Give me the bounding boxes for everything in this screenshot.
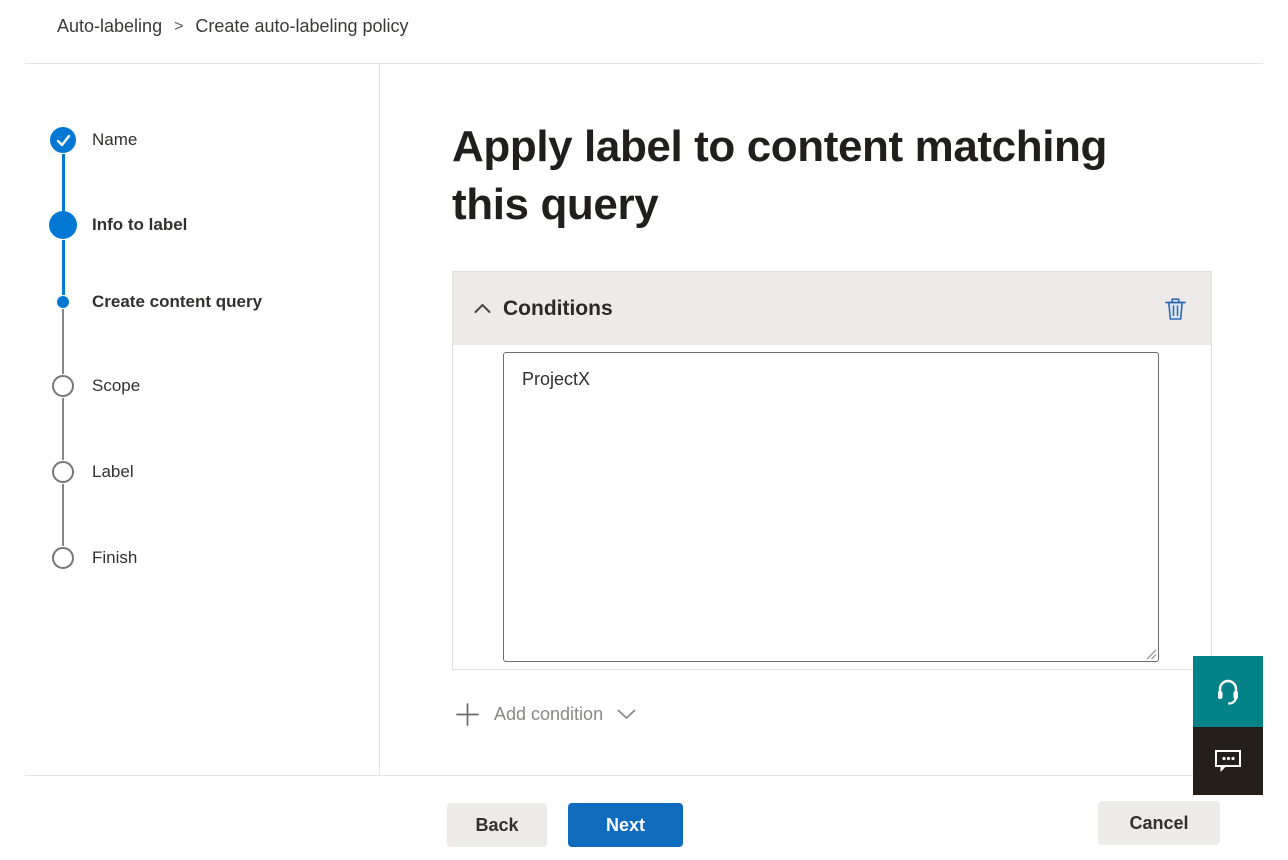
step-label-finish: Finish xyxy=(92,547,137,569)
collapse-conditions-button[interactable] xyxy=(467,294,497,324)
next-button[interactable]: Next xyxy=(568,803,683,847)
page-title: Apply label to content matching this que… xyxy=(452,118,1152,234)
content-divider xyxy=(379,64,380,775)
add-condition-button[interactable]: Add condition xyxy=(455,702,636,727)
help-support-button[interactable] xyxy=(1193,656,1263,727)
wizard-page: Auto-labeling > Create auto-labeling pol… xyxy=(0,0,1288,860)
footer-divider xyxy=(25,775,1263,776)
checkmark-icon xyxy=(56,134,71,147)
connector-line xyxy=(62,484,64,546)
delete-condition-button[interactable] xyxy=(1157,291,1193,327)
breadcrumb: Auto-labeling > Create auto-labeling pol… xyxy=(57,16,409,37)
add-condition-label: Add condition xyxy=(494,704,603,725)
step-label-circle xyxy=(52,461,74,483)
step-label-scope: Scope xyxy=(92,375,140,397)
trash-icon xyxy=(1164,296,1187,322)
step-finish-circle xyxy=(52,547,74,569)
connector-line xyxy=(62,398,64,460)
content-query-input[interactable]: ProjectX xyxy=(503,352,1159,662)
connector-line xyxy=(62,309,64,374)
chevron-up-icon xyxy=(474,303,491,314)
step-info-to-label-circle[interactable] xyxy=(49,211,77,239)
feedback-button[interactable] xyxy=(1193,727,1263,795)
content-query-field-wrap: ProjectX xyxy=(503,352,1159,662)
step-name-completed-circle[interactable] xyxy=(50,127,76,153)
step-label-name[interactable]: Name xyxy=(92,129,137,151)
conditions-panel-body: ProjectX xyxy=(453,345,1211,670)
step-label-label: Label xyxy=(92,461,134,483)
connector-line xyxy=(62,154,65,211)
comment-icon xyxy=(1213,747,1243,775)
breadcrumb-auto-labeling[interactable]: Auto-labeling xyxy=(57,16,162,37)
top-divider xyxy=(25,63,1263,64)
step-label-create-content-query[interactable]: Create content query xyxy=(92,291,262,313)
back-button[interactable]: Back xyxy=(447,803,547,847)
step-label-info-to-label[interactable]: Info to label xyxy=(92,214,187,236)
headset-icon xyxy=(1214,677,1242,707)
connector-line xyxy=(62,240,65,295)
conditions-panel: Conditions ProjectX xyxy=(452,271,1212,670)
conditions-panel-title: Conditions xyxy=(503,297,613,321)
wizard-stepper: Name Info to label Create content query … xyxy=(50,115,370,585)
chevron-down-icon xyxy=(617,709,636,720)
conditions-panel-header: Conditions xyxy=(453,272,1211,345)
plus-icon xyxy=(455,702,480,727)
step-create-content-query-dot[interactable] xyxy=(57,296,69,308)
breadcrumb-separator-icon: > xyxy=(174,18,183,36)
step-scope-circle xyxy=(52,375,74,397)
breadcrumb-current-page: Create auto-labeling policy xyxy=(195,16,408,37)
cancel-button[interactable]: Cancel xyxy=(1098,801,1220,845)
